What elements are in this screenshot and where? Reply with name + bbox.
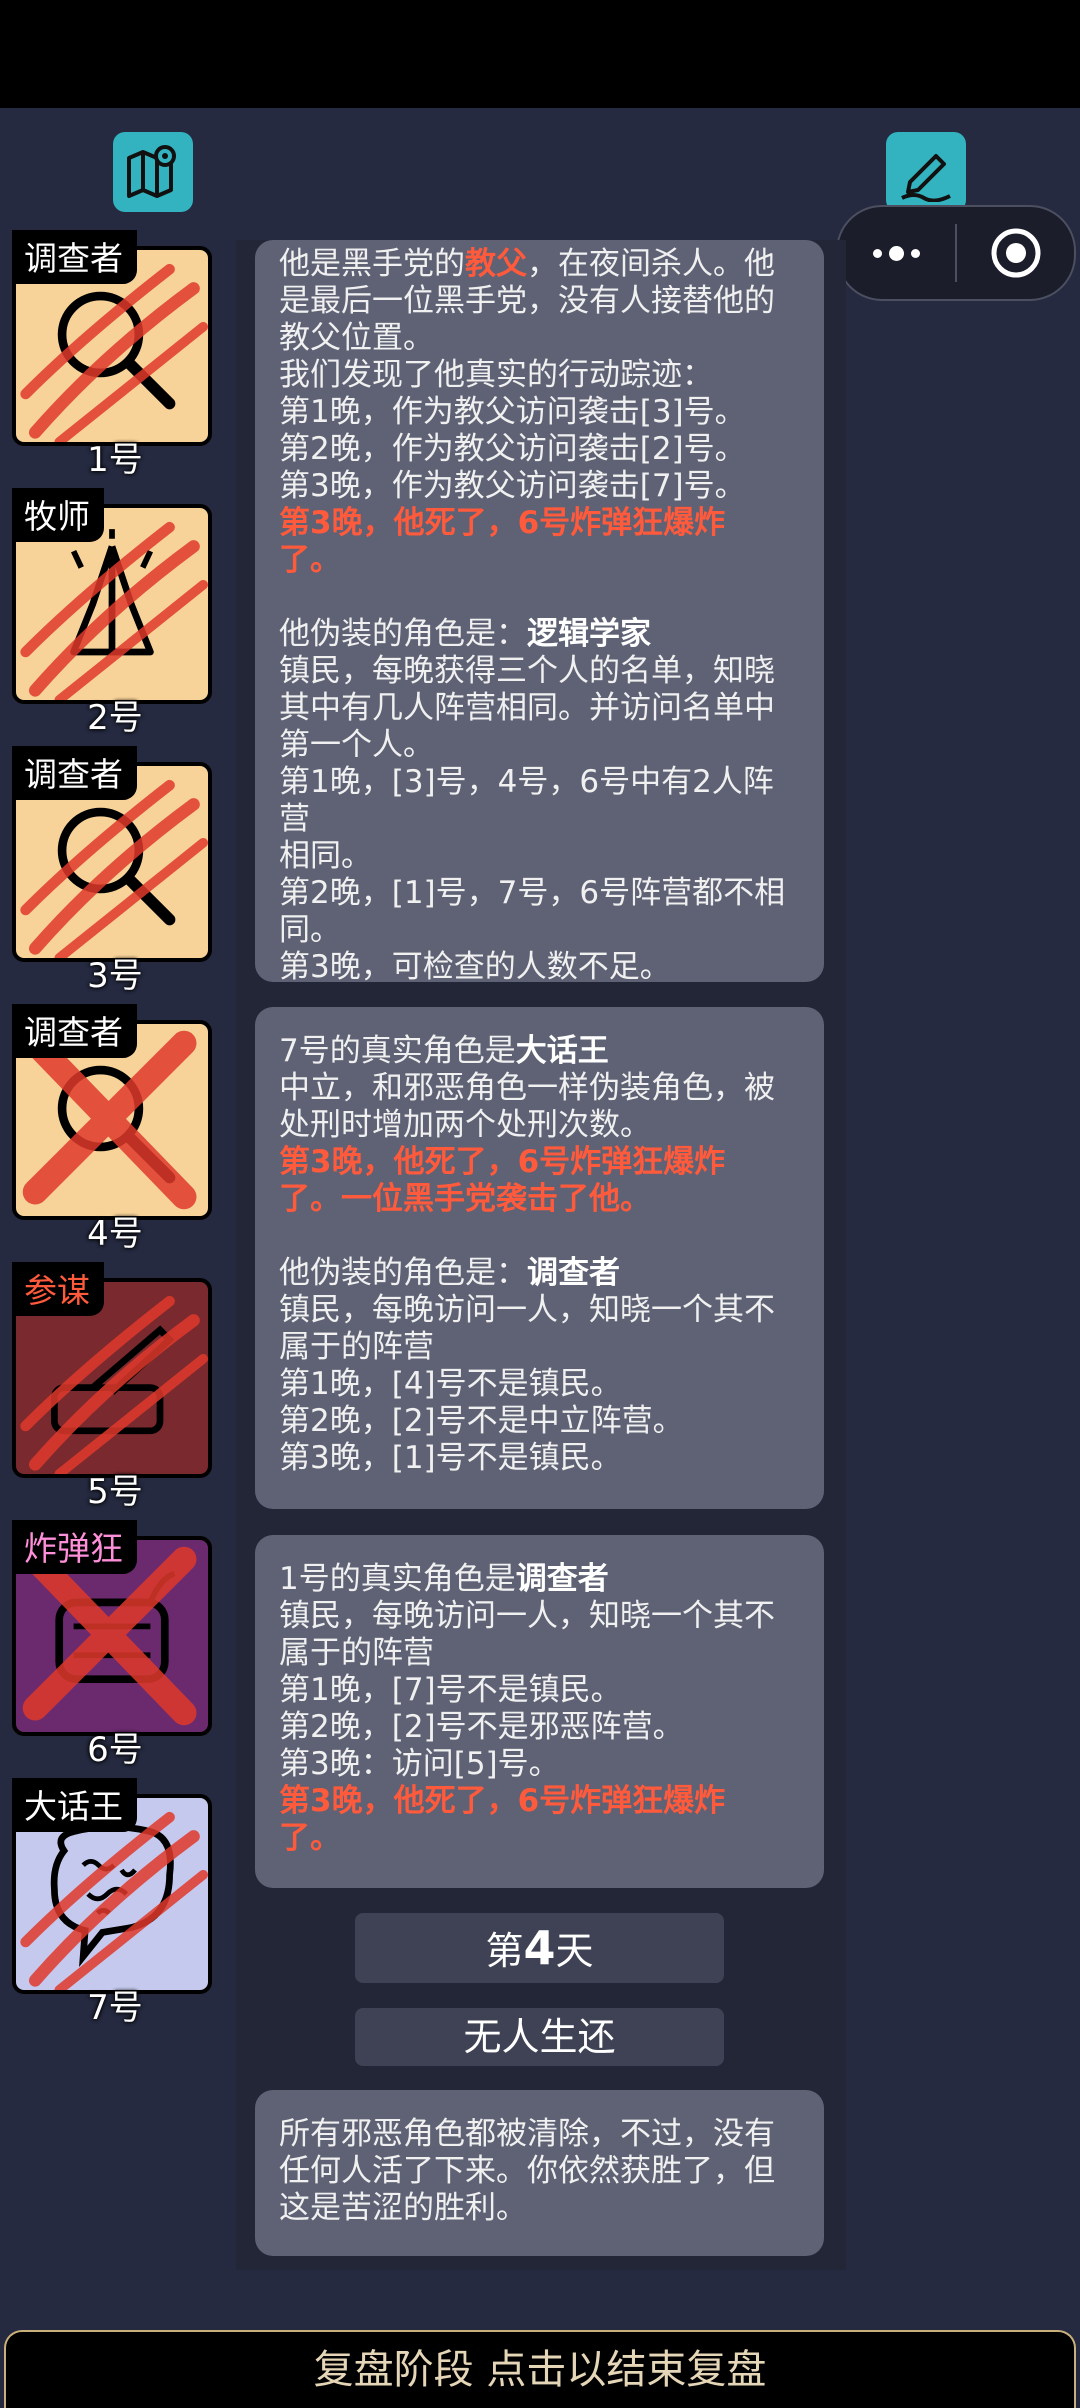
player-card-1[interactable]: 调查者 1号 [12,230,218,480]
player-number: 2号 [87,698,143,738]
map-pin-icon [127,145,176,198]
card-text-line: 1号的真实角色是调查者 [279,1561,609,1597]
card-text-line: 第2晚，[1]号，7号，6号阵营都不相 [279,875,786,911]
card-text-line: 处刑时增加两个处刑次数。 [279,1107,651,1143]
death-text: 了。 [279,1820,341,1856]
player-card-3[interactable]: 调查者 3号 [12,746,218,996]
result-summary-card: 所有邪恶角色都被清除，不过，没有 任何人活了下来。你依然获胜了，但 这是苦涩的胜… [255,2090,824,2256]
card-text-line: 第3晚，可检查的人数不足。 [279,949,671,985]
card-text-line: 他伪装的角色是：逻辑学家 [279,616,651,652]
review-card-player-1: 1号的真实角色是调查者 镇民，每晚访问一人，知晓一个其不 属于的阵营 第1晚，[… [255,1535,824,1888]
card-text-line: 我们发现了他真实的行动踪迹： [279,357,713,393]
card-text-line: 第1晚，[7]号不是镇民。 [279,1672,622,1708]
player-card-5[interactable]: 参谋 5号 [12,1262,218,1512]
review-card-player-7: 7号的真实角色是大话王 中立，和邪恶角色一样伪装角色，被 处刑时增加两个处刑次数… [255,1007,824,1509]
card-text-line: 第1晚，[4]号不是镇民。 [279,1366,622,1402]
review-card-godfather: 他是黑手党的教父，在夜间杀人。他 是最后一位黑手党，没有人接替他的 教父位置。 … [255,240,824,985]
mini-program-capsule [836,205,1076,301]
card-text-line: 属于的阵营 [279,1635,434,1671]
card-text-line: 教父位置。 [279,320,434,356]
role-tag: 参谋 [12,1262,104,1316]
card-text-line: 第1晚，[3]号，4号，6号中有2人阵营 [279,764,774,837]
card-text-line: 相同。 [279,838,372,874]
card-text-line: 任何人活了下来。你依然获胜了，但 [279,2153,775,2189]
card-text-line: 是最后一位黑手党，没有人接替他的 [279,283,775,319]
player-number: 6号 [87,1730,143,1770]
card-text-line: 镇民，每晚访问一人，知晓一个其不 [279,1292,775,1328]
death-text: 了。一位黑手党袭击了他。 [279,1181,651,1217]
more-dots-icon [873,245,920,261]
player-card-6[interactable]: 炸弹狂 6号 [12,1520,218,1770]
card-text-line: 第1晚，作为教父访问袭击[3]号。 [279,394,746,430]
notes-button[interactable] [886,132,966,212]
card-text-line: 所有邪恶角色都被清除，不过，没有 [279,2116,775,2152]
death-text: 第3晚，他死了，6号炸弹狂爆炸 [279,1144,726,1180]
card-text-line: 这是苦涩的胜利。 [279,2190,527,2226]
death-text: 第3晚，他死了，6号炸弹狂爆炸 [279,1783,726,1819]
role-tag: 调查者 [12,230,137,284]
card-text-line: 第2晚，[2]号不是邪恶阵营。 [279,1709,684,1745]
more-button[interactable] [838,207,955,299]
player-number: 5号 [87,1472,143,1512]
card-text-line: 属于的阵营 [279,1329,434,1365]
role-tag: 炸弹狂 [12,1520,137,1574]
player-number: 4号 [87,1214,143,1254]
role-tag: 牧师 [12,488,104,542]
card-text-line: 第2晚，作为教父访问袭击[2]号。 [279,431,746,467]
card-text-line: 中立，和邪恶角色一样伪装角色，被 [279,1070,775,1106]
role-tag: 调查者 [12,1004,137,1058]
card-text-line: 镇民，每晚获得三个人的名单，知晓 [279,653,775,689]
status-bar [0,0,1080,108]
role-tag: 大话王 [12,1778,137,1832]
card-text-line: 第3晚，[1]号不是镇民。 [279,1440,622,1476]
card-text-line: 他伪装的角色是：调查者 [279,1255,620,1291]
card-text-line: 其中有几人阵营相同。并访问名单中 [279,690,775,726]
target-icon [991,228,1040,278]
card-text-line: 第2晚，[2]号不是中立阵营。 [279,1403,684,1439]
player-number: 1号 [87,440,143,480]
player-card-7[interactable]: 大话王 7号 [12,1778,218,2028]
card-text-line: 第一个人。 [279,727,434,763]
player-number: 7号 [87,1988,143,2028]
player-card-4[interactable]: 调查者 4号 [12,1004,218,1254]
close-mini-program-button[interactable] [957,207,1074,299]
map-button[interactable] [113,132,193,212]
role-tag: 调查者 [12,746,137,800]
player-card-2[interactable]: 牧师 2号 [12,488,218,738]
pencil-icon [901,154,951,202]
day-indicator: 第4天 [355,1913,724,1983]
end-review-button[interactable]: 复盘阶段 点击以结束复盘 [4,2330,1076,2408]
card-text-line: 第3晚，作为教父访问袭击[7]号。 [279,468,746,504]
card-text-line: 同。 [279,912,341,948]
card-text-line: 镇民，每晚访问一人，知晓一个其不 [279,1598,775,1634]
death-text: 第3晚，他死了，6号炸弹狂爆炸 [279,505,726,541]
death-text: 了。 [279,542,341,578]
player-number: 3号 [87,956,143,996]
result-title: 无人生还 [355,2008,724,2066]
card-text-line: 他是黑手党的教父，在夜间杀人。他 [279,246,775,282]
card-text-line: 第3晚：访问[5]号。 [279,1746,560,1782]
card-text-line: 7号的真实角色是大话王 [279,1033,609,1069]
